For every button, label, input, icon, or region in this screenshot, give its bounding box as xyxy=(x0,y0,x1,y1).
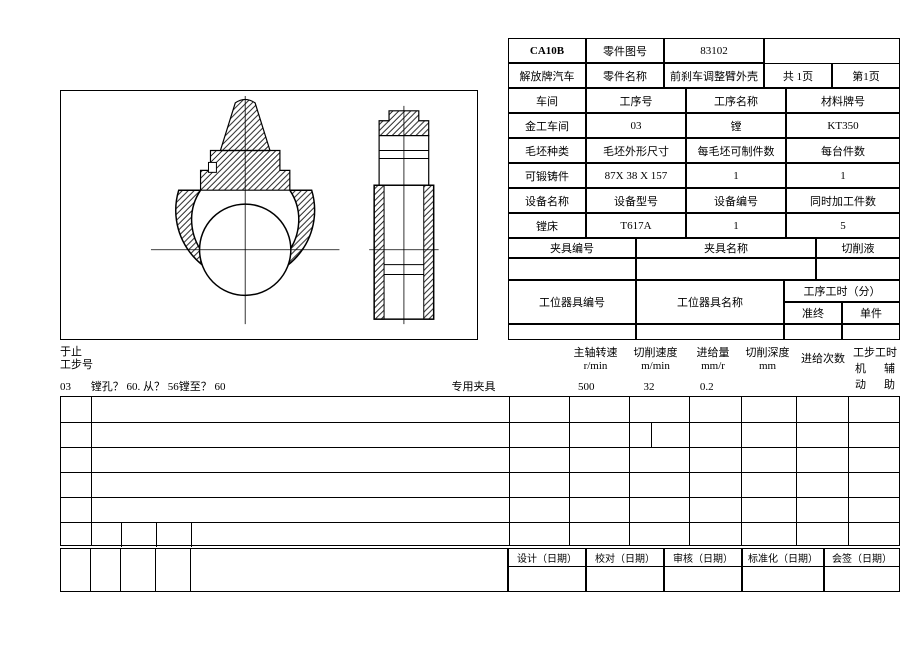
toolname-val xyxy=(636,324,784,340)
material: KT350 xyxy=(786,113,900,138)
row-cutspeed: 32 xyxy=(619,381,679,393)
footer-design-label: 设计（日期） xyxy=(509,549,585,567)
blank-per: 1 xyxy=(686,163,786,188)
blank-top xyxy=(764,38,900,63)
passes-hdr: 进给次数 xyxy=(798,350,848,366)
step-no-header: 于止 工步号 xyxy=(60,346,93,372)
final-label: 准终 xyxy=(784,302,842,324)
workshop: 金工车间 xyxy=(508,113,586,138)
toolno-label: 工位器具编号 xyxy=(508,280,636,324)
procname-label: 工序名称 xyxy=(686,88,786,113)
feed-hdr: 进给量 mm/r xyxy=(688,344,738,372)
technical-drawing xyxy=(60,90,478,340)
blank-type: 可锻铸件 xyxy=(508,163,586,188)
toolname-label: 工位器具名称 xyxy=(636,280,784,324)
steptime-label: 工步工时 xyxy=(850,344,900,360)
unit-val xyxy=(842,324,900,340)
footer-check: 校对（日期） xyxy=(586,548,664,592)
cutspeed-label: 切削速度 xyxy=(628,344,683,360)
spindle-hdr: 主轴转速 r/min xyxy=(568,344,623,372)
devname: 镗床 xyxy=(508,213,586,238)
coolant-label: 切削液 xyxy=(816,238,900,258)
spindle-unit: r/min xyxy=(568,360,623,372)
model: CA10B xyxy=(508,38,586,63)
simul-label: 同时加工件数 xyxy=(786,188,900,213)
depth-hdr: 切削深度 mm xyxy=(740,344,795,372)
blank-dim: 87X 38 X 157 xyxy=(586,163,686,188)
fixturename-val xyxy=(636,258,816,280)
blank-per-label: 每毛坯可制件数 xyxy=(686,138,786,163)
feed-label: 进给量 xyxy=(688,344,738,360)
row-spindle: 500 xyxy=(556,381,616,393)
procno: 03 xyxy=(586,113,686,138)
cutspeed-hdr: 切削速度 m/min xyxy=(628,344,683,372)
spindle-label: 主轴转速 xyxy=(568,344,623,360)
procno-label: 工序号 xyxy=(586,88,686,113)
devmodel: T617A xyxy=(586,213,686,238)
row-no: 03 xyxy=(60,381,88,393)
part-drawing-svg xyxy=(61,91,477,339)
devno-label: 设备编号 xyxy=(686,188,786,213)
footer-left xyxy=(60,548,508,592)
vehicle: 解放牌汽车 xyxy=(508,63,586,88)
simul: 5 xyxy=(786,213,900,238)
procname: 镗 xyxy=(686,113,786,138)
proctime-label: 工序工时（分） xyxy=(784,280,900,302)
step-header-1: 于止 xyxy=(60,346,93,359)
final-val xyxy=(784,324,842,340)
step-header-2: 工步号 xyxy=(60,359,93,372)
footer-review: 审核（日期） xyxy=(664,548,742,592)
feed-unit: mm/r xyxy=(688,360,738,372)
per-machine: 1 xyxy=(786,163,900,188)
unit-label: 单件 xyxy=(842,302,900,324)
material-label: 材料牌号 xyxy=(786,88,900,113)
cutspeed-unit: m/min xyxy=(628,360,683,372)
footer-standard: 标准化（日期） xyxy=(742,548,824,592)
part-draw-no-label: 零件图号 xyxy=(586,38,664,63)
row-fixture: 专用夹具 xyxy=(394,378,554,394)
fixtureno-label: 夹具编号 xyxy=(508,238,636,258)
page-total: 共 1页 xyxy=(764,63,832,88)
part-name: 前刹车调整臂外壳 xyxy=(664,63,764,88)
fixtureno-val xyxy=(508,258,636,280)
coolant-val xyxy=(816,258,900,280)
fixturename-label: 夹具名称 xyxy=(636,238,816,258)
devmodel-label: 设备型号 xyxy=(586,188,686,213)
depth-label: 切削深度 xyxy=(740,344,795,360)
footer-review-label: 审核（日期） xyxy=(665,549,741,567)
footer-standard-label: 标准化（日期） xyxy=(743,549,823,567)
blank-dim-label: 毛坯外形尺寸 xyxy=(586,138,686,163)
footer-sign-label: 会签（日期） xyxy=(825,549,899,567)
footer-design: 设计（日期） xyxy=(508,548,586,592)
page-current: 第1页 xyxy=(832,63,900,88)
part-name-label: 零件名称 xyxy=(586,63,664,88)
footer-sign: 会签（日期） xyxy=(824,548,900,592)
devname-label: 设备名称 xyxy=(508,188,586,213)
footer-check-label: 校对（日期） xyxy=(587,549,663,567)
depth-unit: mm xyxy=(740,360,795,372)
footer-row: 设计（日期） 校对（日期） 审核（日期） 标准化（日期） 会签（日期） xyxy=(508,548,900,592)
part-draw-no: 83102 xyxy=(664,38,764,63)
row-feed: 0.2 xyxy=(682,381,732,393)
step-row: 03 镗孔？ 60. 从？ 56镗至？ 60 专用夹具 500 32 0.2 xyxy=(60,378,900,394)
devno: 1 xyxy=(686,213,786,238)
data-grid xyxy=(60,396,900,546)
workshop-label: 车间 xyxy=(508,88,586,113)
per-machine-label: 每台件数 xyxy=(786,138,900,163)
blank-type-label: 毛坯种类 xyxy=(508,138,586,163)
toolno-val xyxy=(508,324,636,340)
row-desc: 镗孔？ 60. 从？ 56镗至？ 60 xyxy=(91,378,391,394)
